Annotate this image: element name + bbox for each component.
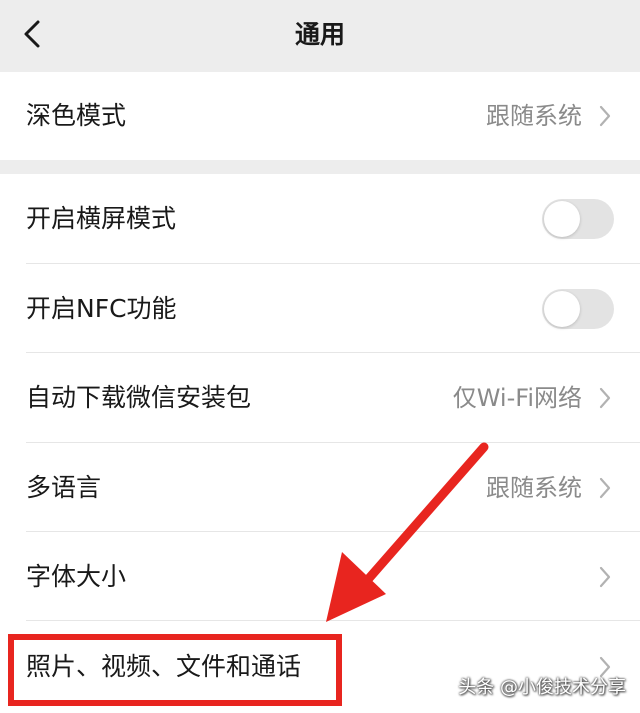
- row-label: 照片、视频、文件和通话: [26, 652, 302, 681]
- row-landscape-mode[interactable]: 开启横屏模式: [0, 174, 640, 264]
- row-font-size[interactable]: 字体大小: [0, 532, 640, 621]
- toggle-knob: [544, 290, 580, 327]
- row-label: 深色模式: [26, 101, 127, 130]
- nav-bar: 通用: [0, 0, 640, 72]
- row-value: 跟随系统: [486, 473, 582, 502]
- row-label: 字体大小: [26, 561, 127, 591]
- toggle-knob: [544, 201, 580, 237]
- row-label: 开启NFC功能: [26, 293, 177, 323]
- chevron-right-icon: [598, 386, 612, 410]
- nfc-toggle[interactable]: [542, 288, 614, 329]
- row-value: 跟随系统: [486, 102, 582, 130]
- row-dark-mode[interactable]: 深色模式 跟随系统: [0, 72, 640, 160]
- row-label: 多语言: [26, 472, 102, 502]
- settings-group-general: 开启横屏模式 开启NFC功能 自动下载微信安装包 仅Wi-Fi网络 多语言 跟随…: [0, 174, 640, 713]
- chevron-right-icon: [598, 104, 612, 128]
- landscape-mode-toggle[interactable]: [542, 199, 614, 239]
- row-language[interactable]: 多语言 跟随系统: [0, 443, 640, 532]
- page-title: 通用: [294, 20, 345, 49]
- row-value: 仅Wi-Fi网络: [452, 384, 582, 412]
- chevron-right-icon: [598, 476, 612, 500]
- chevron-right-icon: [598, 565, 612, 589]
- row-nfc[interactable]: 开启NFC功能: [0, 264, 640, 353]
- watermark: 头条 @小俊技术分享: [458, 677, 626, 698]
- row-label: 自动下载微信安装包: [26, 383, 252, 412]
- row-label: 开启横屏模式: [26, 204, 177, 233]
- row-auto-download[interactable]: 自动下载微信安装包 仅Wi-Fi网络: [0, 353, 640, 443]
- settings-group-display: 深色模式 跟随系统: [0, 72, 640, 160]
